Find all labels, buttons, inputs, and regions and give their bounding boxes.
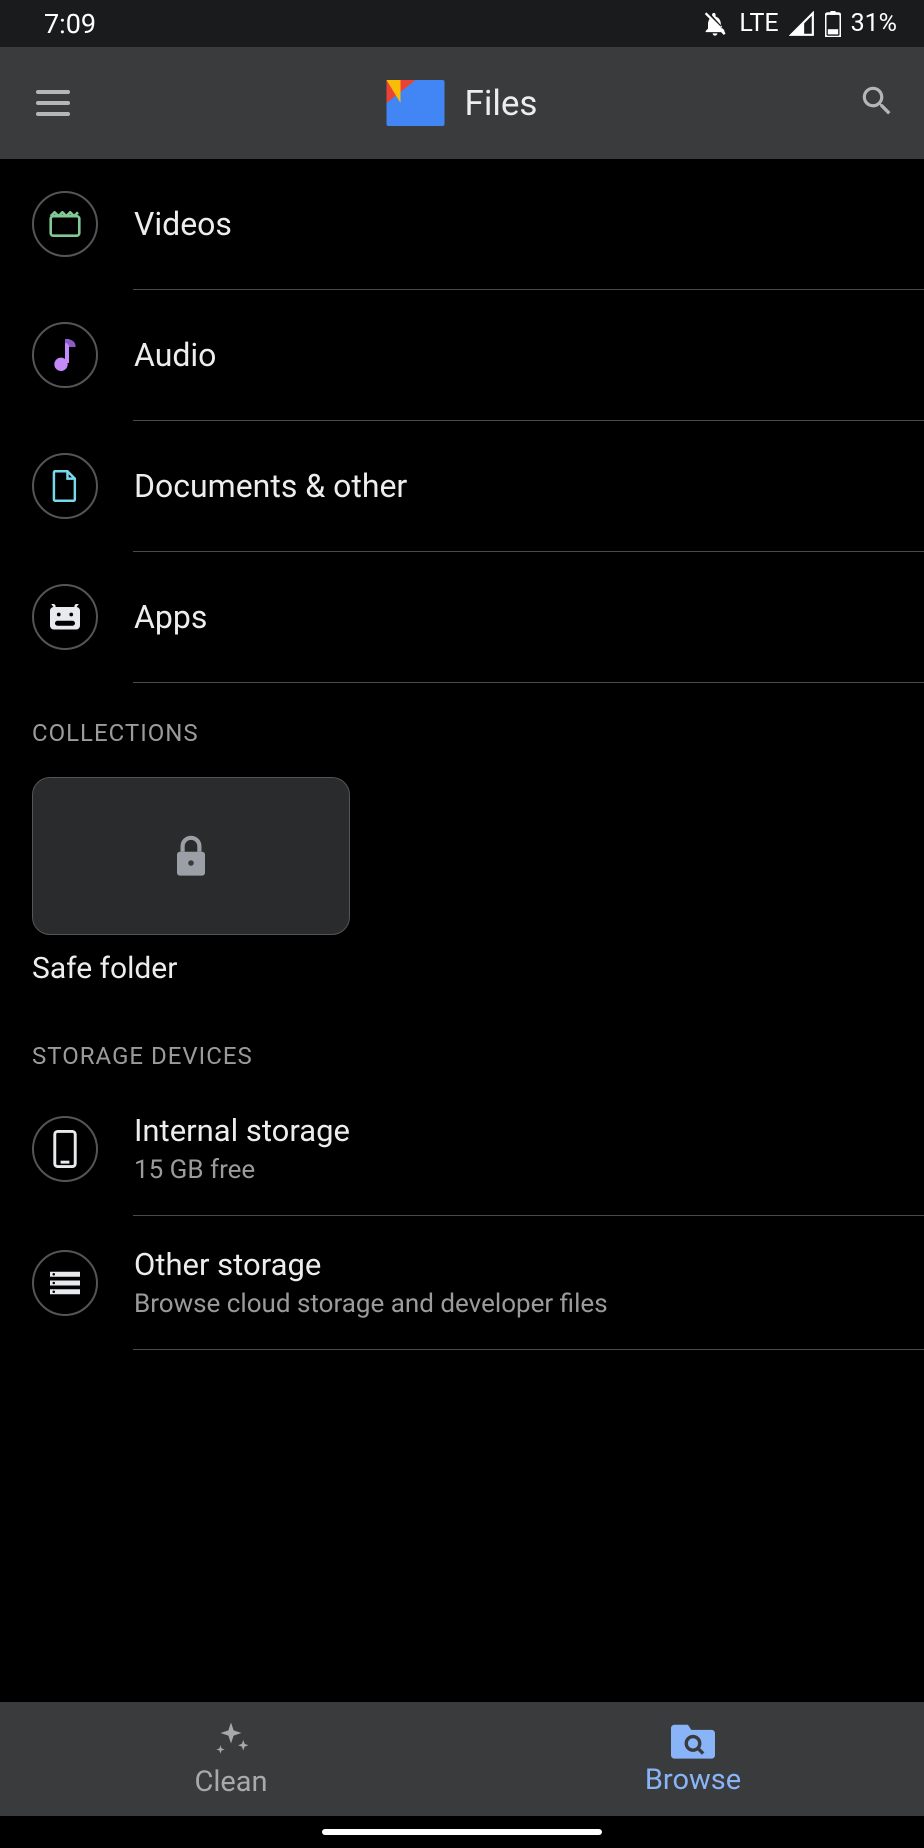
app-title: Files xyxy=(465,83,538,124)
battery-icon xyxy=(825,11,841,37)
storage-other[interactable]: Other storage Browse cloud storage and d… xyxy=(0,1216,924,1349)
sparkle-icon xyxy=(210,1719,252,1761)
status-right: LTE 31% xyxy=(701,9,897,38)
status-time: 7:09 xyxy=(44,8,96,40)
folder-search-icon xyxy=(671,1721,715,1759)
menu-button[interactable] xyxy=(36,90,70,116)
storage-title: Other storage xyxy=(134,1246,608,1283)
nav-clean[interactable]: Clean xyxy=(0,1702,462,1816)
storage-stack-icon xyxy=(32,1250,98,1316)
app-header: Files xyxy=(0,47,924,159)
category-label: Videos xyxy=(134,205,232,243)
storage-header: STORAGE DEVICES xyxy=(0,986,924,1070)
safe-folder-label: Safe folder xyxy=(0,951,924,986)
document-icon xyxy=(32,453,98,519)
bottom-nav: Clean Browse xyxy=(0,1702,924,1816)
hamburger-icon xyxy=(36,90,70,94)
category-label: Apps xyxy=(134,598,207,636)
category-videos[interactable]: Videos xyxy=(0,159,924,289)
category-label: Audio xyxy=(134,336,216,374)
category-documents[interactable]: Documents & other xyxy=(0,421,924,551)
phone-icon xyxy=(32,1116,98,1182)
lock-icon xyxy=(174,835,208,877)
category-apps[interactable]: Apps xyxy=(0,552,924,682)
nav-browse[interactable]: Browse xyxy=(462,1702,924,1816)
status-battery: 31% xyxy=(851,9,897,38)
files-logo-icon xyxy=(387,80,445,126)
collections-header: COLLECTIONS xyxy=(0,683,924,747)
storage-title: Internal storage xyxy=(134,1112,350,1149)
header-title-group: Files xyxy=(387,80,538,126)
status-network: LTE xyxy=(739,9,778,38)
audio-icon xyxy=(32,322,98,388)
search-button[interactable] xyxy=(858,82,896,124)
nav-label: Browse xyxy=(645,1763,741,1797)
gesture-bar[interactable] xyxy=(0,1816,924,1848)
signal-icon xyxy=(789,11,815,37)
category-label: Documents & other xyxy=(134,467,407,505)
apps-icon xyxy=(32,584,98,650)
storage-internal[interactable]: Internal storage 15 GB free xyxy=(0,1082,924,1215)
main-content: Videos Audio Documents & other Apps COLL… xyxy=(0,159,924,1702)
videos-icon xyxy=(32,191,98,257)
home-indicator xyxy=(322,1829,602,1835)
safe-folder-card[interactable] xyxy=(32,777,350,935)
storage-subtitle: 15 GB free xyxy=(134,1155,350,1185)
divider xyxy=(133,1349,924,1350)
category-audio[interactable]: Audio xyxy=(0,290,924,420)
storage-subtitle: Browse cloud storage and developer files xyxy=(134,1289,608,1319)
dnd-off-icon xyxy=(701,10,729,38)
status-bar: 7:09 LTE 31% xyxy=(0,0,924,47)
search-icon xyxy=(858,82,896,120)
nav-label: Clean xyxy=(194,1765,267,1799)
